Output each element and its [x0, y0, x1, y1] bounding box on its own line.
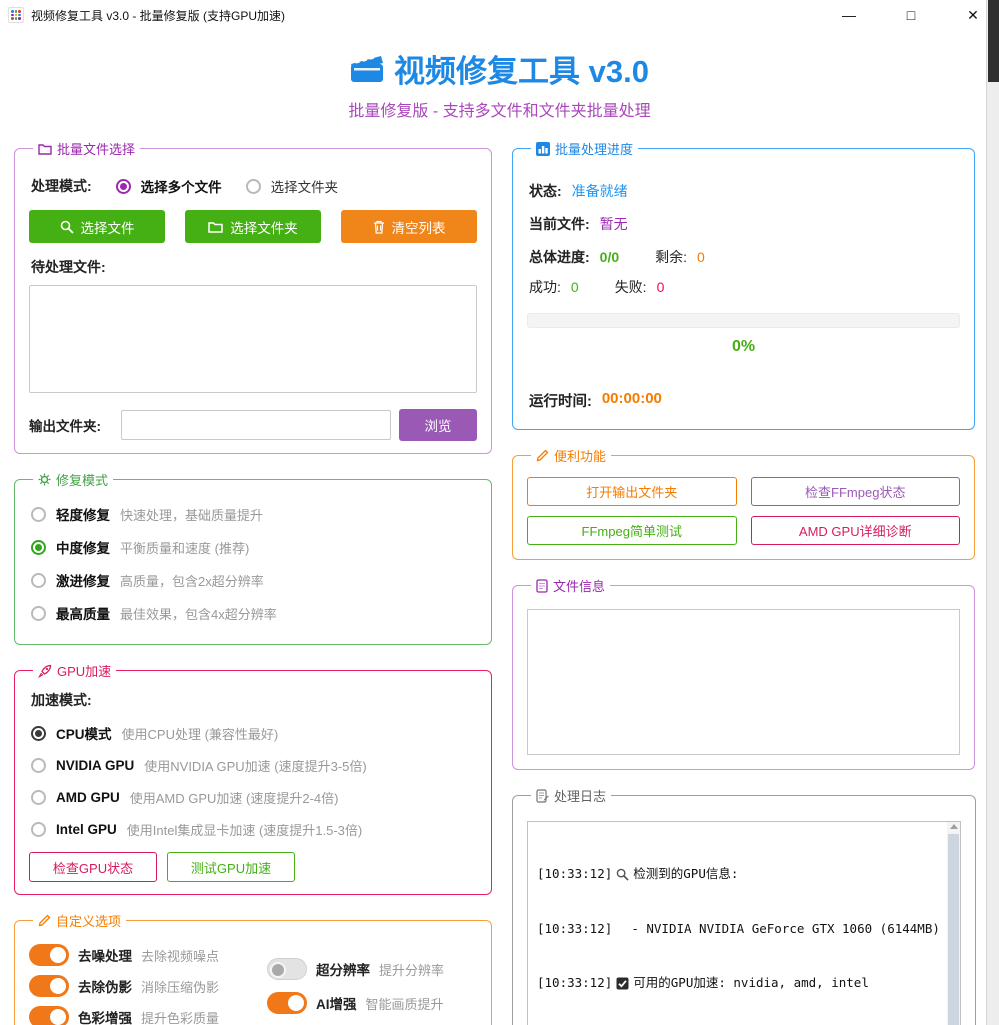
page-subtitle: 批量修复版 - 支持多文件和文件夹批量处理	[0, 97, 999, 121]
page-title: 视频修复工具 v3.0	[394, 46, 649, 91]
overall-progress-value: 0/0	[600, 249, 619, 265]
accel-mode-label: 加速模式:	[31, 690, 475, 710]
output-folder-label: 输出文件夹:	[29, 415, 113, 435]
clear-list-button[interactable]: 清空列表	[341, 210, 477, 243]
panel-gpu: GPU加速 加速模式: CPU模式 使用CPU处理 (兼容性最好) NVIDIA…	[14, 661, 492, 895]
output-folder-input[interactable]	[121, 410, 391, 440]
minimize-button[interactable]: —	[837, 3, 861, 27]
panel-file-info: 文件信息	[512, 576, 975, 770]
magnifier-icon	[616, 868, 629, 881]
trash-icon	[373, 220, 385, 234]
checkbox-checked-icon	[616, 977, 629, 990]
log-line: [10:33:12] 可用的GPU加速: nvidia, amd, intel	[537, 974, 940, 992]
panel-utilities: 便利功能 打开输出文件夹 检查FFmpeg状态 FFmpeg简单测试 AMD G…	[512, 446, 975, 560]
window-scrollbar-thumb[interactable]	[988, 0, 999, 82]
check-ffmpeg-button[interactable]: 检查FFmpeg状态	[751, 477, 961, 506]
radio-select-folder[interactable]: 选择文件夹	[246, 176, 339, 196]
radio-repair-best[interactable]: 最高质量 最佳效果，包含4x超分辨率	[31, 603, 475, 623]
radio-intel-gpu[interactable]: Intel GPU 使用Intel集成显卡加速 (速度提升1.5-3倍)	[31, 820, 475, 839]
browse-button[interactable]: 浏览	[399, 409, 477, 441]
test-gpu-button[interactable]: 测试GPU加速	[167, 852, 295, 882]
radio-icon	[31, 573, 46, 588]
toggle-denoise[interactable]	[29, 944, 69, 966]
app-header: 视频修复工具 v3.0 批量修复版 - 支持多文件和文件夹批量处理	[0, 46, 999, 121]
fail-value: 0	[657, 279, 665, 295]
radio-icon	[31, 540, 46, 555]
radio-icon	[246, 179, 261, 194]
search-icon	[60, 220, 74, 234]
panel-file-selection: 批量文件选择 处理模式: 选择多个文件 选择文件夹 选择文件	[14, 139, 492, 454]
toggle-super-resolution[interactable]	[267, 958, 307, 980]
amd-gpu-diagnose-button[interactable]: AMD GPU详细诊断	[751, 516, 961, 545]
bar-chart-icon	[536, 142, 550, 156]
runtime-label: 运行时间:	[529, 390, 592, 411]
log-scrollbar[interactable]	[947, 822, 960, 1025]
panel-progress: 批量处理进度 状态: 准备就绪 当前文件: 暂无 总体进度: 0/0 剩余: 0…	[512, 139, 975, 430]
folder-icon	[208, 221, 223, 233]
runtime-value: 00:00:00	[602, 390, 662, 411]
gear-icon	[38, 473, 51, 486]
radio-repair-medium[interactable]: 中度修复 平衡质量和速度 (推荐)	[31, 537, 475, 557]
maximize-button[interactable]: □	[899, 3, 923, 27]
radio-repair-light[interactable]: 轻度修复 快速处理，基础质量提升	[31, 504, 475, 524]
process-mode-label: 处理模式:	[31, 176, 92, 196]
title-bar: 视频修复工具 v3.0 - 批量修复版 (支持GPU加速) — □ ✕	[0, 0, 999, 30]
clapperboard-icon	[350, 54, 384, 84]
close-button[interactable]: ✕	[961, 3, 985, 27]
radio-icon	[31, 822, 46, 837]
remaining-label: 剩余:	[655, 247, 687, 267]
rocket-icon	[38, 664, 52, 678]
window-title: 视频修复工具 v3.0 - 批量修复版 (支持GPU加速)	[31, 7, 285, 24]
memo-icon	[536, 789, 549, 803]
radio-icon	[31, 758, 46, 773]
folder-icon	[38, 143, 52, 155]
progress-bar	[527, 313, 960, 328]
success-label: 成功:	[529, 277, 561, 297]
success-value: 0	[571, 279, 579, 295]
fail-label: 失败:	[615, 277, 647, 297]
radio-nvidia-gpu[interactable]: NVIDIA GPU 使用NVIDIA GPU加速 (速度提升3-5倍)	[31, 756, 475, 775]
test-ffmpeg-button[interactable]: FFmpeg简单测试	[527, 516, 737, 545]
radio-icon	[31, 726, 46, 741]
pending-files-list[interactable]	[29, 285, 477, 393]
remaining-value: 0	[697, 249, 705, 265]
toggle-color-enhance[interactable]	[29, 1006, 69, 1025]
log-line: [10:33:12] - NVIDIA NVIDIA GeForce GTX 1…	[537, 920, 940, 938]
radio-cpu-mode[interactable]: CPU模式 使用CPU处理 (兼容性最好)	[31, 723, 475, 743]
panel-log: 处理日志 [10:33:12] 检测到的GPU信息: [10:33:12] - …	[512, 786, 976, 1025]
progress-percent: 0%	[527, 338, 960, 356]
select-files-button[interactable]: 选择文件	[29, 210, 165, 243]
radio-select-multiple-files[interactable]: 选择多个文件	[116, 176, 222, 196]
radio-repair-aggressive[interactable]: 激进修复 高质量，包含2x超分辨率	[31, 570, 475, 590]
overall-progress-label: 总体进度:	[529, 247, 590, 267]
status-value: 准备就绪	[572, 181, 628, 201]
log-line: [10:33:12] 检测到的GPU信息:	[537, 865, 940, 883]
toggle-deartifact[interactable]	[29, 975, 69, 997]
scroll-up-arrow[interactable]	[950, 824, 958, 829]
radio-icon	[31, 790, 46, 805]
panel-repair-mode: 修复模式 轻度修复 快速处理，基础质量提升 中度修复 平衡质量和速度 (推荐) …	[14, 470, 492, 645]
panel-custom-options: 自定义选项 去噪处理 去除视频噪点 去除伪影 消除压缩伪影	[14, 911, 492, 1025]
log-box[interactable]: [10:33:12] 检测到的GPU信息: [10:33:12] - NVIDI…	[527, 821, 961, 1025]
pending-files-label: 待处理文件:	[31, 257, 475, 277]
window-scrollbar[interactable]	[986, 0, 999, 1025]
status-label: 状态:	[529, 181, 562, 201]
app-icon	[8, 7, 24, 23]
open-output-folder-button[interactable]: 打开输出文件夹	[527, 477, 737, 506]
radio-icon	[31, 606, 46, 621]
current-file-label: 当前文件:	[529, 214, 590, 234]
radio-amd-gpu[interactable]: AMD GPU 使用AMD GPU加速 (速度提升2-4倍)	[31, 788, 475, 807]
select-folder-button[interactable]: 选择文件夹	[185, 210, 321, 243]
radio-icon	[31, 507, 46, 522]
check-gpu-button[interactable]: 检查GPU状态	[29, 852, 157, 882]
toggle-ai-enhance[interactable]	[267, 992, 307, 1014]
current-file-value: 暂无	[600, 214, 628, 234]
file-info-box[interactable]	[527, 609, 960, 755]
scrollbar-thumb[interactable]	[948, 834, 959, 1025]
pencil-icon	[536, 449, 549, 462]
radio-icon	[116, 179, 131, 194]
pencil-icon	[38, 914, 51, 927]
document-icon	[536, 579, 548, 593]
